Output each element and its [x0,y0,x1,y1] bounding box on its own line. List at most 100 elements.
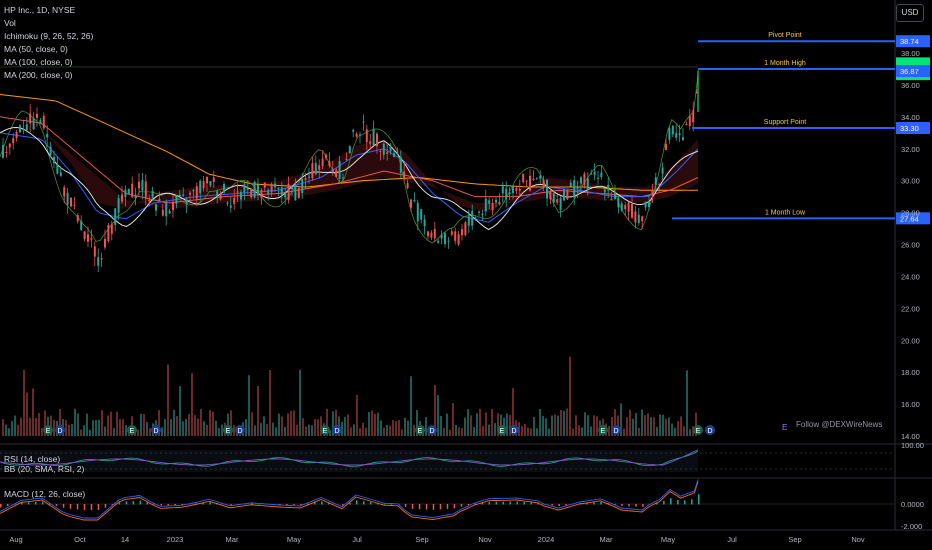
volume-bar [116,411,118,436]
candle-body [427,231,429,237]
candle-body [430,232,433,238]
candle-body [498,201,501,205]
volume-bar [404,417,406,436]
price-axis[interactable]: 38.00 36.00 34.00 32.00 30.00 28.00 26.00 24.00… [901,49,924,531]
volume-bar [65,420,67,436]
macd-hist-bar [362,501,365,505]
volume-bar [245,419,247,436]
candle-body [212,177,215,182]
volume-bar [530,428,532,436]
candle-body [257,184,259,196]
candle-body [66,192,69,205]
volume-bar [29,417,31,436]
macd-hist-bar [453,504,456,509]
volume-bar [212,411,214,436]
volume-bar [350,427,352,436]
macd-hist-bar [321,501,323,505]
volume-bar [563,410,565,436]
volume-bar [188,414,190,436]
macd-hist-bar [593,502,595,505]
indicator-ichimoku[interactable]: Ichimoku (9, 26, 52, 26) [4,30,93,42]
macd-label[interactable]: MACD (12, 26, close) [4,488,85,500]
volume-bar [17,424,19,436]
candle-body [471,210,474,226]
volume-bar [14,415,16,436]
volume-bar [149,428,151,436]
candle-body [189,192,191,195]
macd-hist-bar [27,502,30,505]
candle-body [678,133,681,136]
candle-body [556,199,559,203]
candle-body [321,158,324,167]
candle-body [444,233,446,244]
volume-bar [674,427,676,436]
volume-bar [407,420,409,436]
volume-bar [686,370,688,436]
event-marker-label: D [57,428,62,435]
candle-body [97,257,100,266]
x-tick-label: Aug [9,535,22,544]
candle-body [134,195,137,199]
macd-hist-bar [425,504,428,510]
macd-hist-bar [314,502,316,505]
volume-bar [683,426,685,436]
macd-hist-bar [698,494,700,505]
candle-body [508,192,511,195]
volume-bar [455,425,457,436]
event-marker-label: E [601,428,606,435]
price-chart[interactable]: Pivot Point 38.74 1 Month High Support Poin… [0,0,932,550]
volume-bar [638,427,640,436]
candle-body [641,216,644,222]
indicator-ma200[interactable]: MA (200, close, 0) [4,69,73,81]
candle-body [634,211,637,223]
volume-bar [494,423,496,436]
candle-body [87,234,89,242]
candle-body [495,199,497,203]
level-label: Pivot Point [768,32,802,39]
chart-window: Pivot Point 38.74 1 Month High Support Poin… [0,0,932,550]
volume-bar [293,410,295,436]
bb-label[interactable]: BB (20, SMA, RSI, 2) [4,463,84,475]
candle-body [410,199,412,208]
volume-bar [437,395,439,436]
indicator-ma50[interactable]: MA (50, close, 0) [4,43,68,55]
candle-body [5,151,8,153]
volume-bar [596,416,598,436]
candle-body [114,208,117,225]
volume-bar [8,428,10,436]
currency-button[interactable]: USD [896,4,924,22]
candle-body [515,187,518,192]
indicator-ma100[interactable]: MA (100, close, 0) [4,56,73,68]
candle-body [624,205,627,210]
candle-body [263,182,266,188]
volume-bar [653,417,655,436]
indicator-vol[interactable]: Vol [4,17,16,29]
volume-bar [179,386,181,436]
volume-bar [644,415,646,436]
volume-bar [257,386,259,436]
candle-body [253,181,256,198]
macd-hist-bar [369,502,372,505]
candle-body [117,198,120,213]
macd-hist-bar [293,504,295,506]
volume-bar [305,426,307,436]
volume-bar [413,424,415,436]
time-axis[interactable]: Aug Oct 14 2023 Mar May Jul Sep Nov 2024 Mar May Jul… [9,535,865,544]
symbol-title[interactable]: HP Inc., 1D, NYSE [4,4,75,16]
candle-body [627,202,630,212]
volume-bar [32,388,34,436]
volume-bar [191,373,193,436]
candle-body [39,120,42,124]
x-tick-label: 14 [121,535,129,544]
candle-body [607,184,610,191]
x-tick-label: 2024 [538,535,555,544]
candle-body [597,177,599,179]
x-tick-label: May [661,535,675,544]
candle-body [413,200,416,202]
candle-body [457,234,460,245]
volume-bar [524,423,526,436]
volume-bar [218,428,220,436]
candle-body [416,202,419,222]
volume-bar [521,426,523,436]
candle-body [474,217,477,219]
